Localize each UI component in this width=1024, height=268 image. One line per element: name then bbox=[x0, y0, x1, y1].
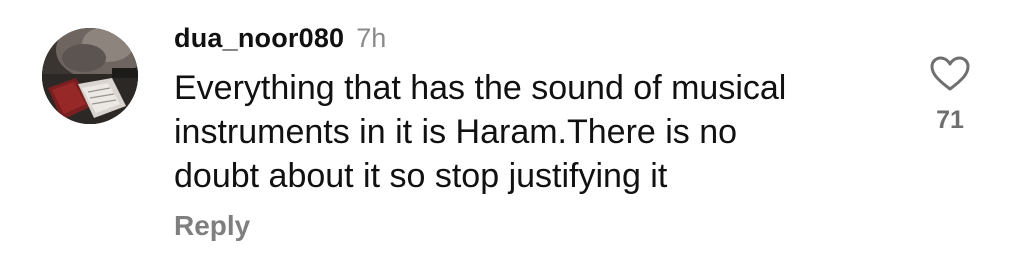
comment-item: dua_noor080 7h Everything that has the s… bbox=[0, 0, 1024, 268]
username-link[interactable]: dua_noor080 bbox=[174, 23, 344, 54]
avatar[interactable] bbox=[42, 28, 138, 124]
reply-button[interactable]: Reply bbox=[174, 210, 250, 242]
comment-text-line: doubt about it so stop justifying it bbox=[174, 157, 668, 195]
like-button[interactable] bbox=[927, 52, 973, 96]
like-area: 71 bbox=[910, 52, 990, 135]
comment-text-line: instruments in it is Haram.There is no bbox=[174, 113, 738, 151]
like-count: 71 bbox=[936, 106, 964, 134]
comment-meta: dua_noor080 7h bbox=[174, 18, 386, 58]
avatar-image bbox=[42, 28, 138, 124]
comment-text: Everything that has the sound of musical… bbox=[174, 66, 894, 198]
timestamp: 7h bbox=[356, 22, 387, 53]
heart-outline-icon bbox=[930, 56, 970, 91]
comment-text-line: Everything that has the sound of musical bbox=[174, 69, 787, 107]
